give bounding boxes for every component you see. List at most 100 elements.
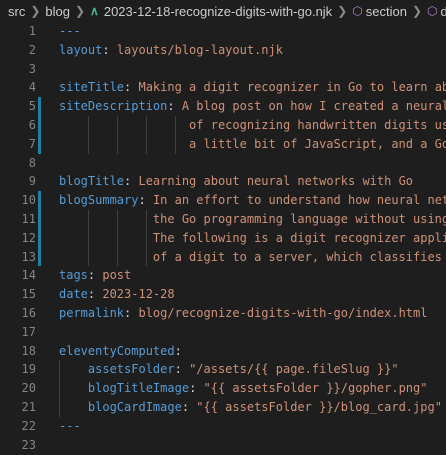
indent-guide <box>145 209 147 229</box>
indent-guide <box>116 209 118 229</box>
code-line[interactable]: 16 permalink: blog/recognize-digits-with-… <box>0 304 446 323</box>
line-number: 19 <box>21 362 36 377</box>
code-line[interactable]: 21 blogCardImage: "{{ assetsFolder }}/bl… <box>0 397 446 417</box>
symbol-element-icon: ⬡ <box>352 4 363 18</box>
indent-guide <box>145 247 147 267</box>
code-line[interactable]: 9 blogTitle: Learning about neural networ… <box>0 172 446 191</box>
code-text: blogTitle: Learning about neural network… <box>59 172 413 191</box>
code-text: blogSummary: In an effort to understand … <box>59 191 446 210</box>
gutter <box>38 360 41 379</box>
code-editor[interactable]: 1 --- 2 layout: layouts/blog-layout.njk 3 4 si… <box>0 22 446 455</box>
code-line[interactable]: 4 siteTitle: Making a digit recognizer in… <box>0 78 446 97</box>
gutter-modified-indicator <box>38 191 41 210</box>
line-number: 14 <box>21 268 36 283</box>
code-line[interactable]: 3 <box>0 60 446 79</box>
code-token: --- <box>59 24 81 38</box>
indent-guide <box>87 228 89 248</box>
code-line[interactable]: 22 --- <box>0 417 446 436</box>
line-number: 22 <box>21 418 36 433</box>
code-token: siteTitle <box>59 80 125 95</box>
line-number: 3 <box>28 61 36 76</box>
indent-guide <box>145 115 147 135</box>
gutter <box>38 417 41 436</box>
code-token: blogTitle <box>59 174 125 189</box>
code-token: tags <box>59 268 88 283</box>
indent-guide <box>145 228 147 248</box>
code-text: siteDescription: A blog post on how I cr… <box>59 97 446 116</box>
indent-guide <box>59 360 60 380</box>
code-line[interactable]: 2 layout: layouts/blog-layout.njk <box>0 41 446 60</box>
breadcrumb-file[interactable]: 2023-12-18-recognize-digits-with-go.njk <box>104 4 332 19</box>
indent-guide <box>116 247 118 267</box>
indent-guide <box>87 115 89 135</box>
gutter-modified-indicator <box>38 97 41 116</box>
code-text: date: 2023-12-28 <box>59 285 175 304</box>
gutter <box>38 285 41 304</box>
indent-guide <box>116 134 118 154</box>
code-line[interactable]: 7 a little bit of JavaScript, and a Go <box>0 134 446 154</box>
line-number: 18 <box>21 343 36 358</box>
code-text: permalink: blog/recognize-digits-with-go… <box>59 304 427 323</box>
code-token: layouts/blog-layout.njk <box>116 42 283 57</box>
chevron-right-icon: ❯ <box>30 4 41 18</box>
code-text: assetsFolder: "/assets/{{ page.fileSlug … <box>59 360 399 379</box>
code-token: blogSummary <box>59 193 139 208</box>
code-token: : <box>87 287 103 302</box>
symbol-element-icon: ⬡ <box>427 4 438 18</box>
code-token: eleventyComputed <box>59 343 175 358</box>
gutter <box>38 436 41 455</box>
code-line[interactable]: 10 blogSummary: In an effort to understan… <box>0 191 446 210</box>
code-token: 2023-12-28 <box>102 287 175 302</box>
gutter <box>38 266 41 285</box>
code-token: layout <box>59 42 103 57</box>
code-line[interactable]: 15 date: 2023-12-28 <box>0 285 446 304</box>
chevron-right-icon: ❯ <box>411 4 422 18</box>
code-text: tags: post <box>59 266 131 285</box>
gutter <box>38 154 41 173</box>
code-line[interactable]: 11 the Go programming language without u… <box>0 209 446 229</box>
code-token: : <box>124 305 139 320</box>
line-number: 2 <box>28 42 36 57</box>
code-line[interactable]: 19 assetsFolder: "/assets/{{ page.fileSl… <box>0 360 446 380</box>
code-token: A blog post on how I created a neural ne… <box>181 99 446 114</box>
code-token: blog/recognize-digits-with-go/index.html <box>138 305 428 320</box>
code-line[interactable]: 8 <box>0 154 446 173</box>
line-number: 17 <box>21 324 36 339</box>
code-line[interactable]: 18 eleventyComputed: <box>0 342 446 361</box>
code-line[interactable]: 14 tags: post <box>0 266 446 285</box>
code-text: --- <box>59 22 81 41</box>
code-token: : <box>124 174 139 189</box>
gutter <box>38 398 41 417</box>
line-number: 16 <box>21 305 36 320</box>
code-line[interactable]: 1 --- <box>0 22 446 41</box>
code-line[interactable]: 17 <box>0 323 446 342</box>
breadcrumb-blog[interactable]: blog <box>45 4 70 19</box>
code-text: eleventyComputed: <box>59 342 182 361</box>
code-token: assetsFolder <box>87 362 175 377</box>
code-token: "{{ assetsFolder }}/blog_card.jpg" <box>196 399 442 414</box>
breadcrumb-section[interactable]: section <box>366 4 407 19</box>
breadcrumb-src[interactable]: src <box>8 4 25 19</box>
code-token: permalink <box>59 305 125 320</box>
line-number: 7 <box>28 136 36 151</box>
code-token: blogTitleImage <box>87 381 190 396</box>
chevron-right-icon: ❯ <box>74 4 86 18</box>
code-token: : <box>181 399 197 414</box>
code-text: --- <box>59 417 81 436</box>
gutter <box>38 41 41 60</box>
code-line[interactable]: 13 of a digit to a server, which classif… <box>0 247 446 267</box>
breadcrumb-div[interactable]: div <box>440 4 446 19</box>
line-number: 1 <box>28 24 36 38</box>
code-line[interactable]: 6 of recognizing handwritten digits usin… <box>0 115 446 135</box>
indent-guide <box>145 134 147 154</box>
line-number: 9 <box>28 174 36 189</box>
code-token: : <box>102 42 117 57</box>
code-line[interactable]: 5 siteDescription: A blog post on how I c… <box>0 97 446 116</box>
code-token: : <box>189 381 204 396</box>
code-line[interactable]: 23 <box>0 436 446 455</box>
code-line[interactable]: 20 blogTitleImage: "{{ assetsFolder }}/g… <box>0 379 446 398</box>
line-number: 10 <box>21 193 36 208</box>
code-token: blogCardImage <box>87 399 182 414</box>
code-line[interactable]: 12 The following is a digit recognizer a… <box>0 228 446 248</box>
